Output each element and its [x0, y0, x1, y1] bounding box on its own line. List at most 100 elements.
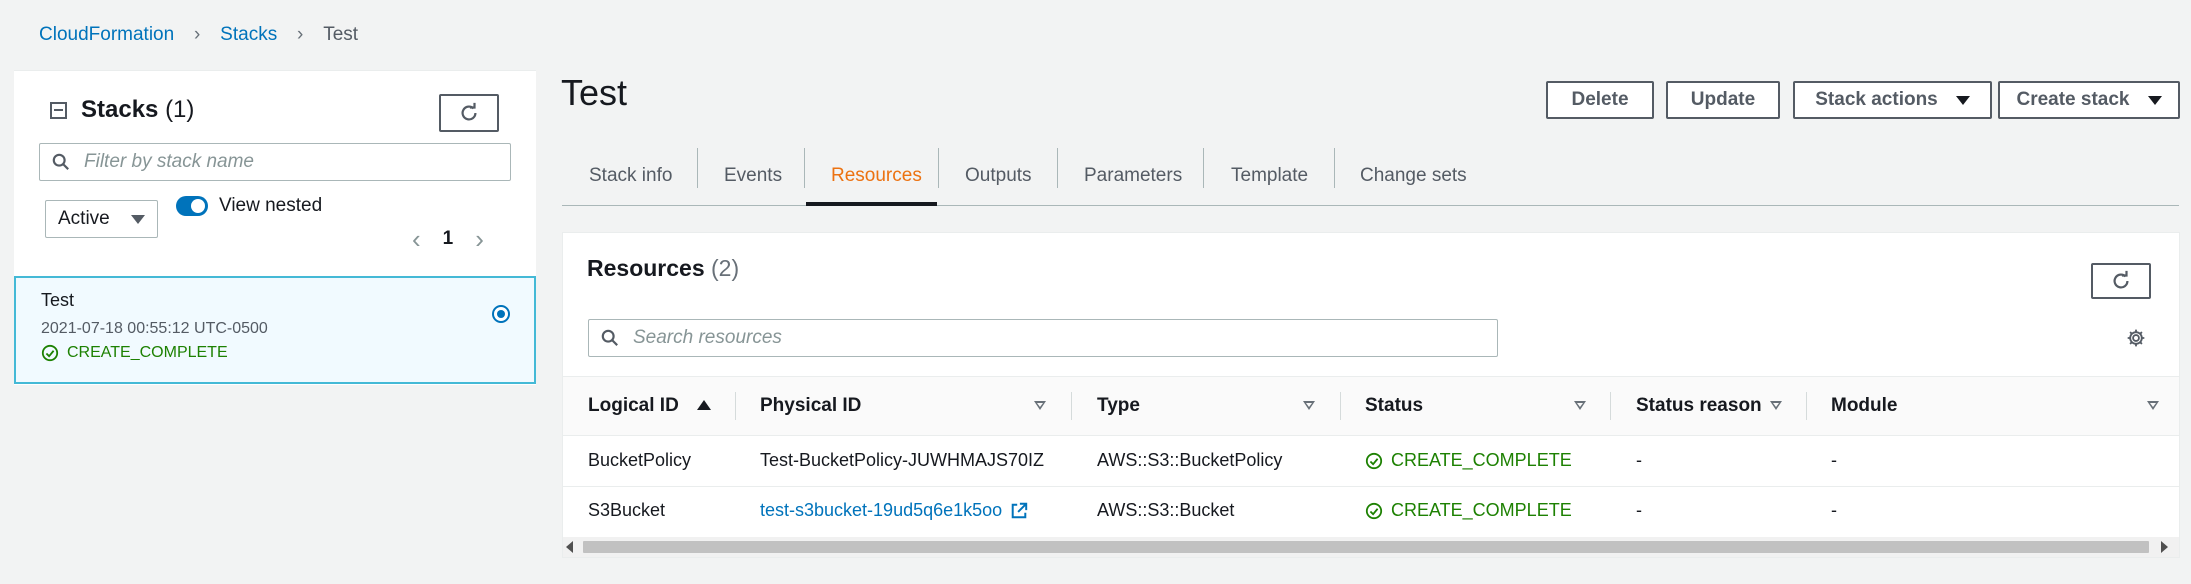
cell-status-reason: -	[1636, 450, 1642, 470]
physical-id-link[interactable]: test-s3bucket-19ud5q6e1k5oo	[760, 500, 1002, 521]
scroll-left-icon[interactable]	[566, 541, 573, 553]
column-label: Status	[1365, 395, 1424, 416]
tab-resources[interactable]: Resources	[831, 146, 922, 206]
row-divider	[563, 486, 2179, 487]
settings-gear-icon	[2127, 329, 2145, 347]
resources-search-field[interactable]	[588, 319, 1498, 357]
column-header-module[interactable]: Module	[1831, 376, 1898, 436]
column-header-type[interactable]: Type	[1097, 376, 1140, 436]
caret-down-icon	[131, 214, 145, 224]
stack-actions-label: Stack actions	[1815, 89, 1938, 110]
check-circle-icon	[41, 344, 59, 362]
search-icon	[601, 329, 618, 346]
tab-divider	[804, 148, 805, 188]
create-stack-label: Create stack	[2016, 89, 2130, 110]
breadcrumb-stacks[interactable]: Stacks	[220, 24, 277, 46]
sort-caret-icon[interactable]	[1770, 401, 1782, 410]
column-divider	[1071, 392, 1072, 420]
page-title: Test	[561, 72, 628, 113]
cell-logical-id: S3Bucket	[588, 500, 666, 520]
stack-filter-input[interactable]	[82, 150, 482, 174]
sort-caret-icon[interactable]	[1303, 401, 1315, 410]
sort-caret-icon[interactable]	[1034, 401, 1046, 410]
sort-caret-icon[interactable]	[1574, 401, 1586, 410]
column-header-status[interactable]: Status	[1365, 376, 1423, 436]
page-number[interactable]: 1	[443, 228, 454, 250]
resources-count: (2)	[711, 255, 740, 281]
column-header-status-reason[interactable]: Status reason	[1636, 376, 1762, 436]
tab-change-sets[interactable]: Change sets	[1360, 146, 1467, 206]
tab-template[interactable]: Template	[1231, 146, 1308, 206]
update-button-label: Update	[1690, 89, 1756, 110]
column-label: Module	[1831, 395, 1898, 416]
cell-physical-id: Test-BucketPolicy-JUWHMAJS70IZ	[760, 450, 1045, 470]
resources-header: Resources (2)	[587, 255, 739, 282]
chevron-left-icon[interactable]: ‹	[412, 226, 421, 252]
cell-module: -	[1831, 450, 1837, 470]
scroll-right-icon[interactable]	[2161, 541, 2168, 553]
sort-ascending-icon[interactable]	[697, 400, 711, 410]
cell-logical-id: BucketPolicy	[588, 450, 692, 470]
breadcrumb-cloudformation[interactable]: CloudFormation	[39, 24, 174, 46]
caret-down-icon	[1955, 95, 1970, 105]
tab-divider	[697, 148, 698, 188]
column-header-logical-id[interactable]: Logical ID	[588, 376, 679, 436]
resources-search-input[interactable]	[631, 326, 1431, 350]
update-button[interactable]: Update	[1666, 81, 1780, 119]
stack-select-radio[interactable]	[492, 305, 510, 323]
scrollbar-thumb[interactable]	[583, 541, 2149, 553]
stack-status-text: CREATE_COMPLETE	[67, 344, 228, 361]
column-divider	[735, 392, 736, 420]
tab-outputs[interactable]: Outputs	[965, 146, 1032, 206]
resources-title: Resources	[587, 255, 705, 281]
stack-actions-button[interactable]: Stack actions	[1793, 81, 1992, 119]
view-nested-toggle[interactable]	[176, 196, 208, 216]
table-settings-button[interactable]	[2126, 328, 2146, 353]
active-tab-indicator	[806, 202, 937, 206]
column-divider	[1806, 392, 1807, 420]
stack-name: Test	[41, 290, 75, 310]
stacks-panel-header: Stacks (1)	[50, 96, 194, 124]
chevron-right-icon[interactable]: ›	[475, 226, 484, 252]
status-filter-value: Active	[58, 208, 110, 229]
stacks-refresh-button[interactable]	[439, 94, 499, 132]
tab-divider	[1334, 148, 1335, 188]
column-label: Type	[1097, 395, 1140, 416]
stack-filter-field[interactable]	[39, 143, 511, 181]
stack-status: CREATE_COMPLETE	[41, 344, 228, 362]
tab-stack-info[interactable]: Stack info	[589, 146, 672, 206]
sort-caret-icon[interactable]	[2147, 401, 2159, 410]
column-label: Status reason	[1636, 395, 1762, 416]
tab-divider	[1057, 148, 1058, 188]
refresh-icon	[461, 102, 477, 121]
collapse-icon[interactable]	[50, 101, 67, 119]
column-header-physical-id[interactable]: Physical ID	[760, 376, 861, 436]
tab-parameters[interactable]: Parameters	[1084, 146, 1182, 206]
status-filter-select[interactable]: Active	[45, 200, 158, 238]
check-circle-icon	[1365, 452, 1383, 469]
tab-events[interactable]: Events	[724, 146, 782, 206]
stacks-count: (1)	[165, 96, 195, 123]
view-nested-label: View nested	[219, 195, 323, 216]
caret-down-icon	[2147, 95, 2162, 105]
cell-module: -	[1831, 500, 1837, 520]
breadcrumb-current: Test	[323, 24, 359, 45]
create-stack-button[interactable]: Create stack	[1998, 81, 2180, 119]
cell-type: AWS::S3::BucketPolicy	[1097, 450, 1283, 470]
column-divider	[1610, 392, 1611, 420]
cell-status-reason: -	[1636, 500, 1642, 520]
column-label: Physical ID	[760, 395, 862, 416]
external-link-icon[interactable]	[1010, 502, 1028, 520]
status-text: CREATE_COMPLETE	[1391, 450, 1572, 470]
stack-created-time: 2021-07-18 00:55:12 UTC-0500	[41, 320, 268, 337]
stacks-title: Stacks	[81, 96, 159, 123]
resources-refresh-button[interactable]	[2091, 263, 2151, 299]
refresh-icon	[2113, 270, 2129, 289]
cell-physical-id: test-s3bucket-19ud5q6e1k5oo	[760, 500, 1028, 521]
tab-divider	[938, 148, 939, 188]
cell-status: CREATE_COMPLETE	[1365, 450, 1572, 471]
delete-button[interactable]: Delete	[1546, 81, 1654, 119]
column-label: Logical ID	[588, 395, 679, 416]
stacks-pagination: ‹ 1 ›	[412, 226, 484, 252]
check-circle-icon	[1365, 502, 1383, 519]
